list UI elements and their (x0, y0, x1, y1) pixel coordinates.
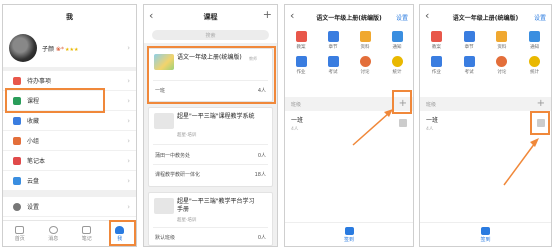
todo-icon (13, 76, 21, 85)
notebook-icon (13, 156, 21, 165)
chevron-right-icon: › (127, 156, 130, 165)
menu-label: 待办事项 (27, 78, 52, 85)
tab-notes[interactable]: 笔记 (81, 225, 92, 242)
menu-item-notebook[interactable]: 笔记本 › (3, 151, 136, 171)
arrow-annotation (352, 109, 393, 146)
search-input[interactable]: 搜索 (152, 30, 269, 40)
class-row[interactable]: 蒲田一中教务处 0人 (155, 152, 266, 159)
menu-label: 小组 (27, 138, 40, 145)
header: ‹ 课程 + (144, 5, 277, 29)
note-icon (82, 225, 92, 234)
checkin-button[interactable]: 签到 (285, 222, 413, 246)
favorite-icon (13, 116, 21, 125)
checkin-icon (481, 226, 490, 235)
tab-label: 首页 (14, 235, 25, 242)
group-icon (13, 136, 21, 145)
menu-item-favorite[interactable]: 收藏 › (3, 111, 136, 131)
chevron-right-icon: › (127, 96, 130, 105)
chevron-right-icon: › (127, 44, 130, 52)
course-card[interactable]: 超星"一平三端"课程教学系统 超星·培训 蒲田一中教务处 0人 课程教学教研一体化… (148, 107, 273, 187)
cloud-icon (13, 176, 21, 185)
tab-messages[interactable]: 消息 (48, 225, 59, 242)
home-icon (15, 225, 25, 234)
page-title: 课程 (203, 13, 218, 21)
tab-label: 笔记 (81, 235, 92, 242)
class-row[interactable]: 课程教学教研一体化 18人 (155, 171, 266, 178)
member-count: 0人 (257, 153, 266, 159)
divider (153, 144, 268, 145)
highlight-box (109, 220, 136, 246)
search-placeholder: 搜索 (205, 32, 216, 39)
menu-label: 云盘 (27, 178, 40, 185)
checkin-label: 签到 (343, 236, 354, 243)
avatar[interactable] (9, 34, 37, 62)
divider (153, 227, 268, 228)
checkin-icon (344, 226, 354, 235)
screen-course-detail: ‹ 语文一年级上册(统编版) 设置 教案 章节 资料 通知 作业 考试 讨论 统… (284, 4, 414, 247)
member-count: 18人 (254, 172, 266, 178)
gear-icon (13, 202, 21, 211)
course-title: 超星"一平三端"课程教学系统 (177, 113, 255, 120)
member-count: 0人 (257, 235, 266, 241)
flair-icon: ❀* (56, 45, 65, 53)
rating-stars: ★★★ (65, 46, 79, 53)
course-thumbnail (154, 198, 174, 214)
menu-label: 设置 (27, 204, 40, 211)
course-subtitle: 超星·培训 (177, 218, 197, 223)
class-name: 课程教学教研一体化 (155, 172, 201, 178)
menu-item-cloud[interactable]: 云盘 › (3, 171, 136, 191)
chevron-right-icon: › (127, 176, 130, 185)
menu-item-settings[interactable]: 设置 › (3, 197, 136, 217)
menu-item-group[interactable]: 小组 › (3, 131, 136, 151)
course-thumbnail (154, 113, 174, 129)
username: 子颜 ❀*★★★ (42, 45, 79, 53)
course-subtitle: 超星·培训 (177, 133, 197, 138)
highlight-box (147, 46, 276, 104)
highlight-box (5, 88, 105, 113)
chevron-right-icon: › (127, 136, 130, 145)
chevron-right-icon: › (127, 116, 130, 125)
profile-row[interactable]: 子颜 ❀*★★★ › (3, 29, 136, 67)
course-card[interactable]: 超星"一平三端"教学平台学习手册 超星·培训 默认班级 0人 (148, 192, 273, 246)
tab-label: 消息 (48, 235, 59, 242)
back-icon[interactable]: ‹ (149, 9, 153, 22)
course-title: 超星"一平三端"教学平台学习手册 (177, 198, 255, 213)
arrow-annotation (503, 138, 539, 186)
chevron-right-icon: › (127, 202, 130, 211)
class-row[interactable]: 默认班级 0人 (155, 234, 266, 241)
add-course-button[interactable]: + (263, 8, 272, 21)
class-name: 默认班级 (155, 235, 176, 241)
page-title: 我 (66, 13, 73, 21)
menu-label: 收藏 (27, 118, 40, 125)
screen-courses: ‹ 课程 + 搜索 语文一年级上册(统编版) 教师 一班 4人 超星"一平三端"课… (143, 4, 278, 247)
menu-label: 笔记本 (27, 158, 46, 165)
class-name: 蒲田一中教务处 (155, 153, 191, 159)
screen-course-detail-class: ‹ 语文一年级上册(统编版) 设置 教案 章节 资料 通知 作业 考试 讨论 统… (419, 4, 552, 247)
checkin-button[interactable]: 签到 (420, 222, 551, 246)
checkin-label: 签到 (480, 236, 491, 243)
divider (153, 164, 268, 165)
screen-profile: 我 子颜 ❀*★★★ › 待办事项 › 课程 › 收藏 › 小组 › 笔记本 › 云盘 › 设… (2, 4, 137, 247)
message-icon (48, 225, 58, 234)
chevron-right-icon: › (127, 76, 130, 85)
tab-home[interactable]: 首页 (14, 225, 25, 242)
